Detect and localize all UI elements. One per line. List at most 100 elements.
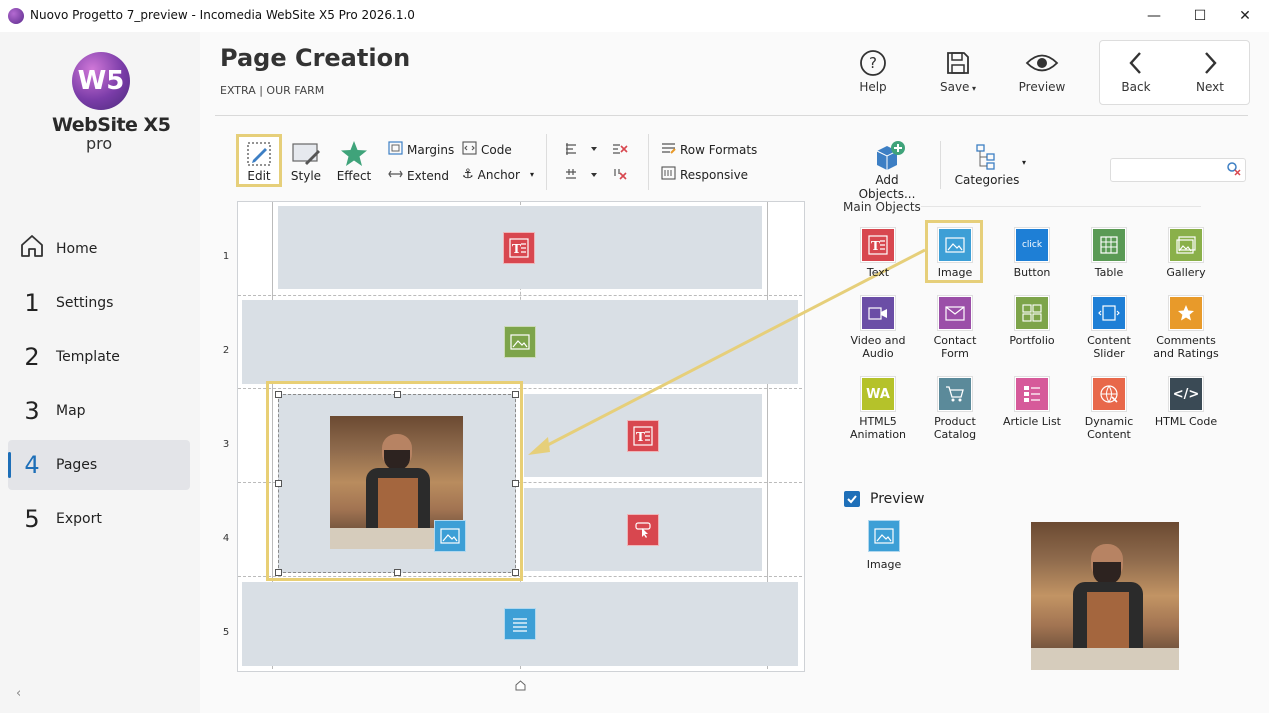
search-clear-icon[interactable]	[1226, 161, 1242, 181]
responsive-button[interactable]: Responsive	[661, 166, 748, 183]
toolbar-separator-2	[648, 134, 649, 190]
effect-button[interactable]: Effect	[332, 139, 376, 183]
preview-checkbox[interactable]	[844, 491, 860, 507]
object-label: Dynamic Content	[1084, 415, 1134, 441]
objects-heading: Main Objects	[843, 200, 921, 214]
extend-icon	[388, 167, 403, 184]
save-button[interactable]: Save ▾	[928, 46, 988, 94]
row-number: 3	[222, 439, 230, 450]
object-comments-and-ratings[interactable]: Comments and Ratings	[1151, 296, 1221, 360]
anchor-button[interactable]: ⚓ Anchor ▾	[462, 167, 534, 182]
row-formats-icon	[661, 141, 676, 158]
object-html5-animation[interactable]: WA HTML5 Animation	[843, 377, 913, 441]
page-title: Page Creation	[220, 44, 411, 72]
help-button[interactable]: ? Help	[843, 46, 903, 94]
object-gallery[interactable]: Gallery	[1151, 228, 1221, 279]
nav-export-number: 5	[24, 505, 40, 533]
minimize-button[interactable]: —	[1131, 0, 1177, 32]
object-content-slider[interactable]: Content Slider	[1074, 296, 1144, 360]
resize-handle[interactable]	[275, 391, 282, 398]
object-html-code[interactable]: </> HTML Code	[1151, 377, 1221, 428]
categories-button[interactable]: Categories	[952, 139, 1022, 187]
row-number: 2	[222, 345, 230, 356]
resize-handle[interactable]	[512, 391, 519, 398]
preview-button[interactable]: Preview	[1012, 46, 1072, 94]
resize-handle[interactable]	[512, 569, 519, 576]
edit-button[interactable]: Edit	[237, 139, 281, 183]
preview-label: Preview	[1018, 80, 1066, 94]
nav-home[interactable]: Home	[8, 224, 190, 274]
text-block-icon[interactable]	[504, 608, 536, 640]
object-dynamic-content[interactable]: Dynamic Content	[1074, 377, 1144, 441]
nav-template-number: 2	[24, 343, 40, 371]
nav-pages-label: Pages	[56, 457, 98, 473]
preview-object-label: Image	[866, 558, 902, 571]
object-video-and-audio[interactable]: Video and Audio	[843, 296, 913, 360]
check-icon	[847, 495, 857, 504]
html-code-icon: </>	[1169, 377, 1203, 411]
row-formats-button[interactable]: Row Formats	[661, 141, 757, 158]
nav-export[interactable]: 5 Export	[8, 494, 190, 544]
margins-button[interactable]: Margins	[388, 141, 454, 158]
code-button[interactable]: Code	[462, 141, 512, 158]
objects-heading-rule	[921, 206, 1201, 207]
resize-handle[interactable]	[394, 569, 401, 576]
next-button[interactable]: Next	[1180, 46, 1240, 94]
extend-label: Extend	[407, 168, 449, 183]
header-divider	[215, 115, 1248, 116]
close-button[interactable]: ✕	[1222, 0, 1268, 32]
object-article-list[interactable]: Article List	[997, 377, 1067, 428]
object-portfolio[interactable]: Portfolio	[997, 296, 1067, 347]
nav-pages[interactable]: 4 Pages	[8, 440, 190, 490]
button-icon: click	[1015, 228, 1049, 262]
help-icon: ?	[843, 46, 903, 80]
delete-column-icon[interactable]	[612, 167, 628, 186]
video-icon	[861, 296, 895, 330]
product-catalog-icon	[938, 377, 972, 411]
preview-checkbox-label: Preview	[870, 491, 925, 507]
categories-label: Categories	[954, 173, 1020, 187]
maximize-button[interactable]: ☐	[1177, 0, 1223, 32]
object-label: Product Catalog	[933, 415, 977, 441]
object-button[interactable]: click Button	[997, 228, 1067, 279]
nav-settings-label: Settings	[56, 295, 114, 311]
app-icon	[8, 8, 24, 24]
logo-name: WebSite X5	[52, 114, 171, 136]
delete-row-icon[interactable]	[612, 141, 628, 160]
next-label: Next	[1196, 80, 1224, 94]
extend-button[interactable]: Extend	[388, 167, 449, 184]
nav-map-number: 3	[24, 397, 40, 425]
chevron-down-icon[interactable]: ▾	[530, 170, 534, 179]
nav-map[interactable]: 3 Map	[8, 386, 190, 436]
nav-settings-number: 1	[24, 289, 40, 317]
home-icon	[8, 233, 56, 265]
app-logo: W5	[72, 52, 130, 110]
nav-template[interactable]: 2 Template	[8, 332, 190, 382]
object-label: Article List	[1002, 415, 1061, 428]
star-icon	[332, 139, 376, 169]
button-object-icon[interactable]	[627, 514, 659, 546]
align-rows-button[interactable]	[565, 141, 599, 160]
nav-settings[interactable]: 1 Settings	[8, 278, 190, 328]
row-formats-label: Row Formats	[680, 142, 758, 157]
grid-resize-handle-icon[interactable]	[515, 676, 526, 695]
resize-handle[interactable]	[275, 569, 282, 576]
add-objects-icon	[846, 139, 928, 173]
chevron-left-icon	[1106, 46, 1166, 80]
align-columns-button[interactable]	[565, 167, 599, 186]
style-button[interactable]: Style	[284, 139, 328, 183]
object-text[interactable]: T Text	[843, 228, 913, 279]
object-label: Gallery	[1166, 266, 1206, 279]
collapse-sidebar-icon[interactable]: ‹	[16, 686, 21, 701]
add-objects-button[interactable]: Add Objects...	[846, 139, 928, 201]
preview-photo	[1031, 522, 1179, 670]
resize-handle[interactable]	[512, 480, 519, 487]
categories-dropdown-icon[interactable]: ▾	[1022, 158, 1026, 167]
object-contact-form[interactable]: Contact Form	[920, 296, 990, 360]
object-table[interactable]: Table	[1074, 228, 1144, 279]
back-button[interactable]: Back	[1106, 46, 1166, 94]
object-product-catalog[interactable]: Product Catalog	[920, 377, 990, 441]
resize-handle[interactable]	[275, 480, 282, 487]
resize-handle[interactable]	[394, 391, 401, 398]
gallery-icon	[1169, 228, 1203, 262]
